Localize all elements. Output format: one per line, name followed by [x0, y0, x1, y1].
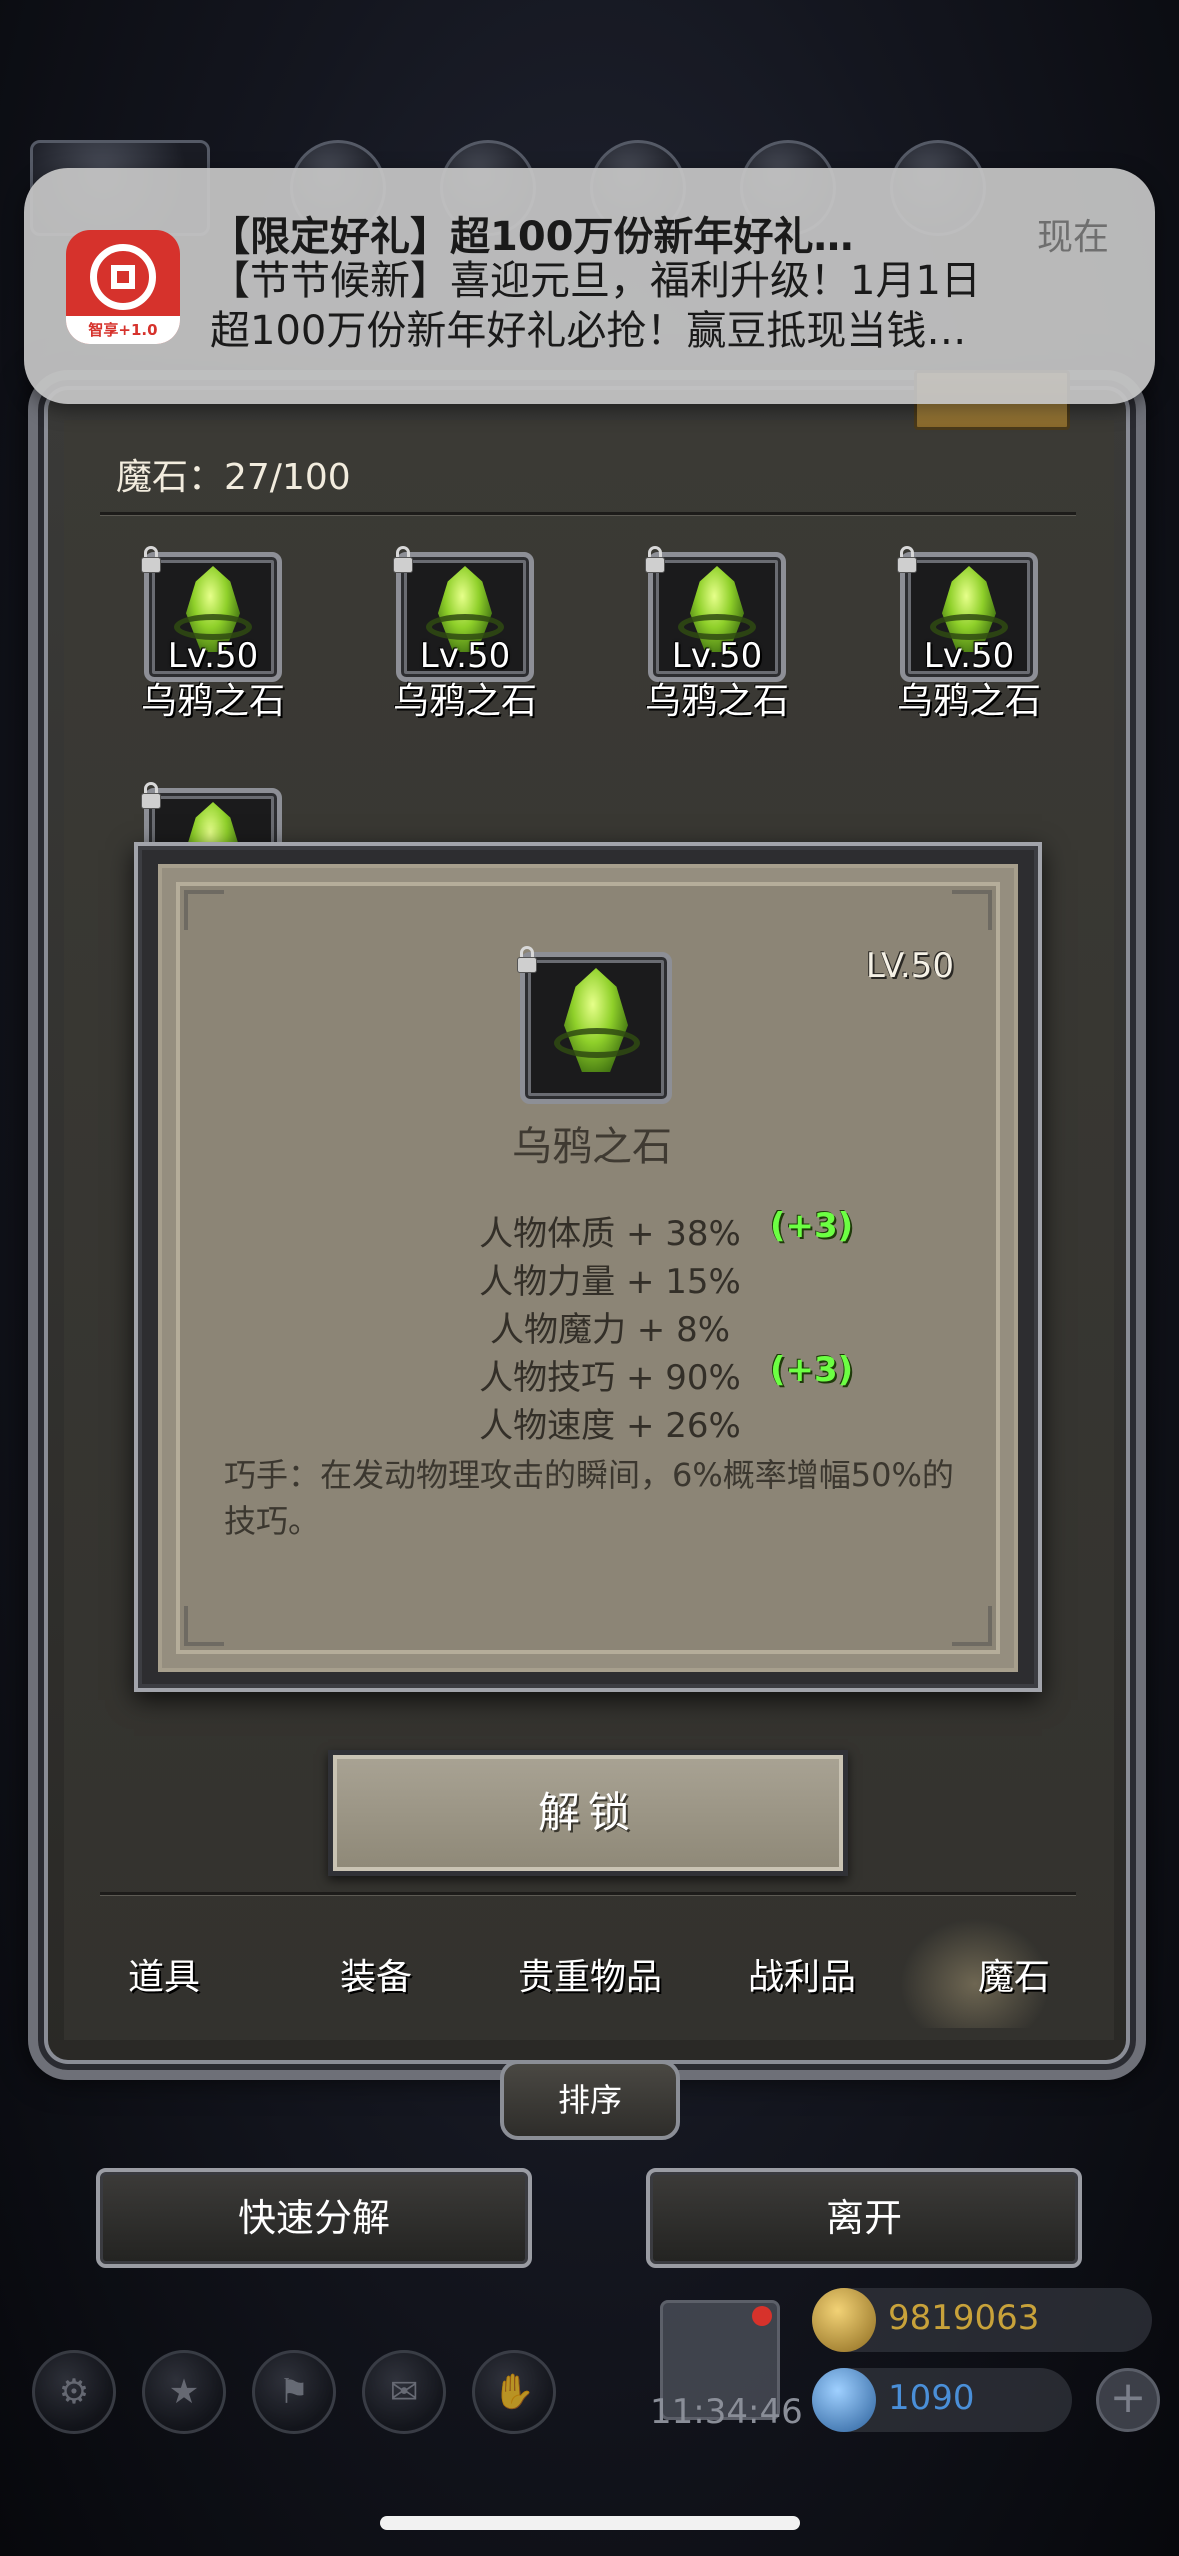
tab-magic-stones[interactable]: 魔石 — [924, 1948, 1104, 2000]
mail-icon[interactable]: ✉ — [362, 2350, 446, 2434]
stat-row: 人物力量 + 15% — [162, 1254, 1022, 1302]
item-name: 乌鸦之石 — [392, 681, 537, 722]
item-slot[interactable]: Lv.50 乌鸦之石 — [393, 546, 537, 722]
gem-amount: 1090 — [888, 2378, 975, 2418]
skill-description: 巧手：在发动物理攻击的瞬间，6%概率增幅50%的技巧。 — [224, 1456, 954, 1540]
stat-row: 人物魔力 + 8% — [162, 1302, 1022, 1350]
divider — [100, 512, 1076, 515]
item-level: Lv.50 — [167, 636, 259, 676]
corner-ornament — [184, 1606, 224, 1646]
unlock-button[interactable]: 解锁 — [328, 1750, 848, 1876]
stat-text: 人物力量 + 15% — [479, 1262, 741, 1302]
lock-icon — [138, 546, 164, 574]
notification-body-line: 【节节候新】喜迎元旦，福利升级！1月1日 — [210, 258, 981, 304]
gold-bar: 9819063 — [812, 2288, 1152, 2352]
clock-readout: 11:34:46 — [650, 2392, 803, 2432]
detail-item-icon — [517, 946, 672, 1104]
tab-loot[interactable]: 战利品 — [712, 1948, 892, 2000]
item-level: Lv.50 — [671, 636, 763, 676]
item-name: 乌鸦之石 — [896, 681, 1041, 722]
quick-decompose-button[interactable]: 快速分解 — [96, 2168, 532, 2268]
lock-icon — [390, 546, 416, 574]
corner-ornament — [952, 1606, 992, 1646]
stat-text: 人物速度 + 26% — [479, 1406, 741, 1446]
guild-icon[interactable]: ⚑ — [252, 2350, 336, 2434]
settings-icon[interactable]: ⚙ — [32, 2350, 116, 2434]
gold-coin-icon — [812, 2288, 876, 2352]
stat-text: 人物技巧 + 90% — [479, 1358, 741, 1398]
notification-body: 【节节候新】喜迎元旦，福利升级！1月1日 超100万份新年好礼必抢！赢豆抵现当钱… — [210, 256, 1130, 356]
detail-item-level: LV.50 — [865, 946, 954, 986]
notification-dot — [752, 2306, 772, 2326]
lock-icon — [138, 782, 164, 810]
item-slot[interactable]: Lv.50 乌鸦之石 — [897, 546, 1041, 722]
push-notification[interactable]: 智享+1.0 【限定好礼】超100万份新年好礼… 现在 【节节候新】喜迎元旦，福… — [24, 168, 1155, 404]
app-icon-tag: 智享+1.0 — [66, 316, 180, 344]
item-detail-popup: LV.50 乌鸦之石 人物体质 + 38% (+3) 人物力量 + 15% 人物… — [134, 842, 1042, 1692]
home-indicator[interactable] — [380, 2516, 800, 2530]
notification-time: 现在 — [1036, 217, 1109, 258]
stat-row: 人物体质 + 38% (+3) — [162, 1206, 1022, 1254]
item-detail-body: LV.50 乌鸦之石 人物体质 + 38% (+3) 人物力量 + 15% 人物… — [158, 864, 1018, 1672]
divider — [100, 1892, 1076, 1895]
item-level: Lv.50 — [419, 636, 511, 676]
tab-valuables[interactable]: 贵重物品 — [500, 1948, 680, 2000]
corner-ornament — [184, 890, 224, 930]
bank-app-icon: 智享+1.0 — [66, 230, 180, 344]
stat-text: 人物体质 + 38% — [479, 1214, 741, 1254]
item-name: 乌鸦之石 — [644, 681, 789, 722]
stone-count-label: 魔石：27/100 — [116, 457, 351, 498]
sort-button-label: 排序 — [557, 2081, 622, 2119]
crystal-ring — [554, 1028, 640, 1058]
leave-button-label: 离开 — [825, 2196, 902, 2240]
handshake-icon[interactable]: ✋ — [472, 2350, 556, 2434]
star-icon[interactable]: ★ — [142, 2350, 226, 2434]
gem-bar: 1090 — [812, 2368, 1072, 2432]
gem-icon — [812, 2368, 876, 2432]
notification-body-line: 超100万份新年好礼必抢！赢豆抵现当钱… — [210, 308, 967, 354]
item-name: 乌鸦之石 — [140, 681, 285, 722]
lock-icon — [514, 946, 540, 974]
notification-title: 【限定好礼】超100万份新年好礼… — [210, 214, 854, 260]
lock-icon — [894, 546, 920, 574]
leave-button[interactable]: 离开 — [646, 2168, 1082, 2268]
item-slot[interactable]: Lv.50 乌鸦之石 — [141, 546, 285, 722]
lock-icon — [642, 546, 668, 574]
unlock-button-label: 解锁 — [537, 1788, 638, 1837]
stat-row: 人物速度 + 26% — [162, 1398, 1022, 1446]
item-level: Lv.50 — [923, 636, 1015, 676]
stat-bonus: (+3) — [770, 1350, 854, 1390]
stat-row: 人物技巧 + 90% (+3) — [162, 1350, 1022, 1398]
item-slot[interactable]: Lv.50 乌鸦之石 — [645, 546, 789, 722]
detail-item-name: 乌鸦之石 — [512, 1124, 672, 1170]
sort-button[interactable]: 排序 — [500, 2060, 680, 2140]
gold-amount: 9819063 — [888, 2298, 1040, 2338]
add-currency-icon[interactable]: + — [1096, 2368, 1160, 2432]
tab-equipment[interactable]: 装备 — [286, 1948, 466, 2000]
tab-items[interactable]: 道具 — [74, 1948, 254, 2000]
stat-text: 人物魔力 + 8% — [489, 1310, 731, 1350]
stat-bonus: (+3) — [770, 1206, 854, 1246]
corner-ornament — [952, 890, 992, 930]
quick-decompose-label: 快速分解 — [237, 2196, 390, 2240]
